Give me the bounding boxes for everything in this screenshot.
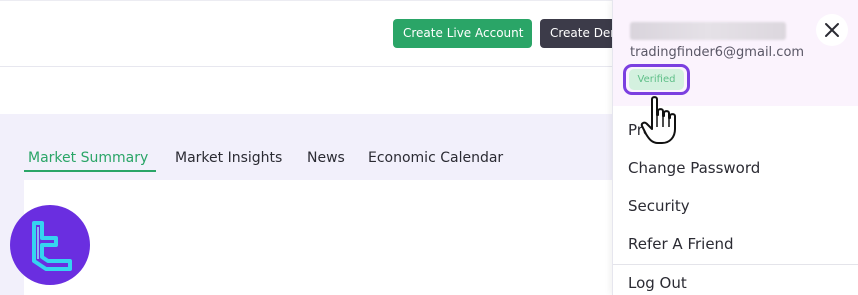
active-tab-indicator xyxy=(24,170,156,172)
menu-divider xyxy=(613,264,858,265)
menu-item-log-out[interactable]: Log Out xyxy=(628,274,687,292)
tradingfinder-logo xyxy=(10,205,90,285)
create-live-account-button[interactable]: Create Live Account xyxy=(393,19,532,48)
logo-glyph-icon xyxy=(32,221,72,271)
menu-item-security[interactable]: Security xyxy=(628,197,690,215)
menu-item-refer-a-friend[interactable]: Refer A Friend xyxy=(628,235,734,253)
user-email: tradingfinder6@gmail.com xyxy=(630,45,805,60)
hand-pointer-icon xyxy=(640,95,680,151)
account-header: tradingfinder6@gmail.com Verified xyxy=(613,0,858,106)
tab-economic-calendar[interactable]: Economic Calendar xyxy=(368,150,503,166)
menu-item-change-password[interactable]: Change Password xyxy=(628,159,760,177)
verified-badge: Verified xyxy=(629,69,684,90)
close-button[interactable] xyxy=(816,14,848,46)
tab-market-insights[interactable]: Market Insights xyxy=(175,150,282,166)
user-name-redacted xyxy=(630,22,786,40)
close-icon xyxy=(825,23,839,37)
tab-market-summary[interactable]: Market Summary xyxy=(28,150,148,166)
tab-news[interactable]: News xyxy=(307,150,345,166)
